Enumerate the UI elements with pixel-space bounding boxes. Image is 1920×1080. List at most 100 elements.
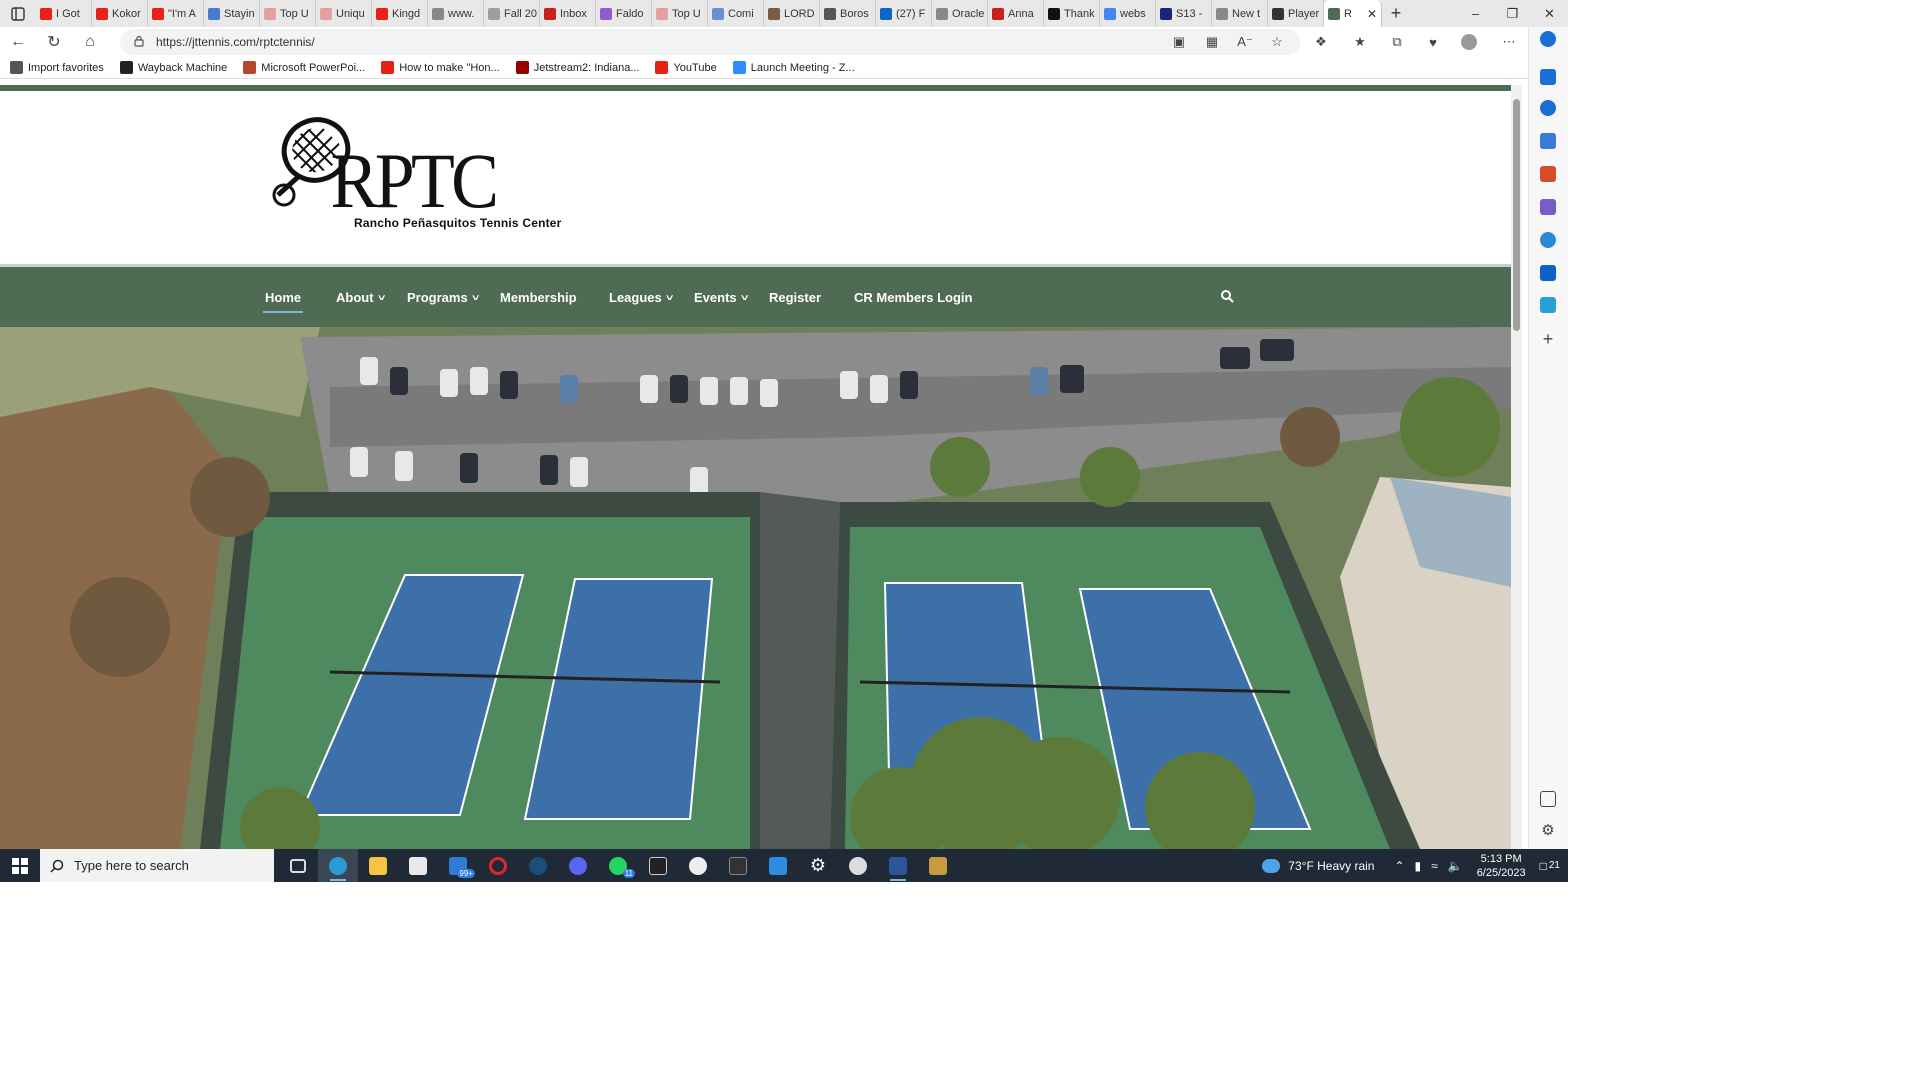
taskbar-league-icon[interactable] — [918, 849, 958, 882]
browser-tab[interactable]: R ✕ — [1324, 0, 1382, 27]
tab-actions-menu[interactable] — [0, 0, 36, 27]
hide-sidebar-icon[interactable] — [1540, 791, 1556, 807]
browser-tab[interactable]: Uniqu — [316, 0, 372, 27]
favorite-link[interactable]: Launch Meeting - Z... — [732, 61, 855, 74]
battery-icon[interactable]: ▮ — [1415, 859, 1422, 873]
scrollbar-thumb[interactable] — [1513, 99, 1520, 331]
grid-icon[interactable]: ▦ — [1203, 33, 1221, 51]
notifications-bell-icon[interactable] — [1540, 69, 1556, 85]
taskbar-whatsapp-icon[interactable]: 11 — [598, 849, 638, 882]
taskbar-gog-icon[interactable] — [678, 849, 718, 882]
nav-item-leagues[interactable]: Leagues ˅ — [609, 267, 673, 327]
browser-tab[interactable]: Player — [1268, 0, 1324, 27]
taskbar-clock[interactable]: 5:13 PM 6/25/2023 — [1477, 852, 1526, 880]
favorite-link[interactable]: YouTube — [655, 61, 717, 74]
browser-tab[interactable]: Kingd — [372, 0, 428, 27]
read-aloud-icon[interactable]: A⁻ — [1236, 33, 1254, 51]
sidebar-settings-gear-icon[interactable]: ⚙ — [1540, 823, 1556, 839]
nav-item-register[interactable]: Register — [769, 267, 821, 327]
favorite-link[interactable]: Import favorites — [10, 61, 104, 74]
taskbar-vscode-icon[interactable] — [758, 849, 798, 882]
taskbar-file-explorer-icon[interactable] — [358, 849, 398, 882]
add-sidebar-app-icon[interactable]: + — [1540, 330, 1556, 348]
browser-tab[interactable]: Thank — [1044, 0, 1100, 27]
favorites-icon[interactable]: ★ — [1351, 33, 1369, 51]
home-button[interactable]: ⌂ — [72, 33, 108, 51]
drop-send-icon[interactable] — [1540, 297, 1556, 313]
show-hidden-icons-chevron[interactable]: ⌃ — [1394, 859, 1404, 873]
browser-tab[interactable]: S13 - — [1156, 0, 1212, 27]
collections-icon[interactable]: ⧉ — [1388, 33, 1406, 51]
taskbar-terminal-icon[interactable] — [718, 849, 758, 882]
favorite-star-icon[interactable]: ☆ — [1268, 33, 1286, 51]
notification-center-button[interactable]: □ 21 — [1540, 859, 1560, 873]
task-view-button[interactable] — [278, 849, 318, 882]
browser-tab[interactable]: (27) F — [876, 0, 932, 27]
taskbar-search-box[interactable]: Type here to search — [40, 849, 274, 882]
favorite-link[interactable]: Jetstream2: Indiana... — [515, 61, 639, 74]
taskbar-opera-icon[interactable] — [478, 849, 518, 882]
browser-tab[interactable]: www. — [428, 0, 484, 27]
nav-item-cr-members-login[interactable]: CR Members Login — [854, 267, 972, 327]
nav-item-programs[interactable]: Programs ˅ — [407, 267, 479, 327]
close-window-button[interactable]: ✕ — [1531, 6, 1568, 22]
browser-tab[interactable]: Kokor — [92, 0, 148, 27]
browser-tab[interactable]: I Got — [36, 0, 92, 27]
nav-item-events[interactable]: Events ˅ — [694, 267, 748, 327]
bing-copilot-icon[interactable] — [1540, 31, 1556, 47]
browser-tab[interactable]: Comi — [708, 0, 764, 27]
browser-tab[interactable]: Top U — [260, 0, 316, 27]
taskbar-settings-icon[interactable]: ⚙ — [798, 849, 838, 882]
app-available-icon[interactable]: ▣ — [1170, 33, 1188, 51]
search-sidebar-icon[interactable] — [1540, 100, 1556, 116]
wifi-icon[interactable]: ≈ — [1431, 859, 1438, 873]
nav-item-home[interactable]: Home — [262, 267, 304, 327]
start-button[interactable] — [0, 849, 40, 882]
taskbar-steam-icon[interactable] — [518, 849, 558, 882]
taskbar-word-icon[interactable] — [878, 849, 918, 882]
browser-tab[interactable]: Top U — [652, 0, 708, 27]
browser-tab[interactable]: New t — [1212, 0, 1268, 27]
browser-tab[interactable]: webs — [1100, 0, 1156, 27]
taskbar-edge-icon[interactable] — [318, 849, 358, 882]
restore-button[interactable]: ❐ — [1494, 6, 1531, 22]
taskbar-store-icon[interactable] — [398, 849, 438, 882]
browser-essentials-icon[interactable]: ♥ — [1424, 33, 1442, 51]
browser-tab[interactable]: Faldo — [596, 0, 652, 27]
taskbar-epic-games-icon[interactable] — [638, 849, 678, 882]
minimize-button[interactable]: – — [1457, 6, 1494, 21]
browser-tab[interactable]: Anna — [988, 0, 1044, 27]
favorite-link[interactable]: Microsoft PowerPoi... — [243, 61, 365, 74]
browser-tab[interactable]: LORD — [764, 0, 820, 27]
browser-tab[interactable]: Oracle — [932, 0, 988, 27]
nav-item-membership[interactable]: Membership — [500, 267, 577, 327]
page-scrollbar[interactable] — [1511, 85, 1522, 849]
tools-briefcase-icon[interactable] — [1540, 166, 1556, 182]
taskbar-mail-icon[interactable]: 99+ — [438, 849, 478, 882]
microsoft-365-icon[interactable] — [1540, 232, 1556, 248]
browser-tab[interactable]: Fall 20 — [484, 0, 540, 27]
games-icon[interactable] — [1540, 199, 1556, 215]
browser-tab[interactable]: Boros — [820, 0, 876, 27]
address-bar[interactable]: https://jttennis.com/rptctennis/ — [120, 29, 1300, 55]
taskbar-discord-icon[interactable] — [558, 849, 598, 882]
refresh-button[interactable]: ↻ — [36, 32, 72, 52]
favorite-link[interactable]: Wayback Machine — [119, 61, 227, 74]
shopping-tag-icon[interactable] — [1540, 133, 1556, 149]
browser-tab[interactable]: "I'm A — [148, 0, 204, 27]
more-menu-icon[interactable]: ⋯ — [1500, 33, 1518, 51]
extensions-icon[interactable]: ❖ — [1312, 33, 1330, 51]
browser-tab[interactable]: Inbox — [540, 0, 596, 27]
browser-tab[interactable]: Stayin — [204, 0, 260, 27]
nav-item-about[interactable]: About ˅ — [336, 267, 385, 327]
search-icon[interactable] — [1220, 289, 1234, 303]
close-tab-icon[interactable]: ✕ — [1367, 7, 1377, 21]
back-button[interactable]: ← — [0, 33, 36, 51]
weather-text[interactable]: 73°F Heavy rain — [1288, 859, 1374, 873]
outlook-icon[interactable] — [1540, 265, 1556, 281]
new-tab-button[interactable]: + — [1382, 3, 1410, 24]
profile-avatar[interactable] — [1460, 33, 1478, 51]
favorite-link[interactable]: How to make "Hon... — [381, 61, 500, 74]
volume-icon[interactable]: 🔈 — [1448, 859, 1463, 873]
taskbar-game-icon[interactable] — [838, 849, 878, 882]
